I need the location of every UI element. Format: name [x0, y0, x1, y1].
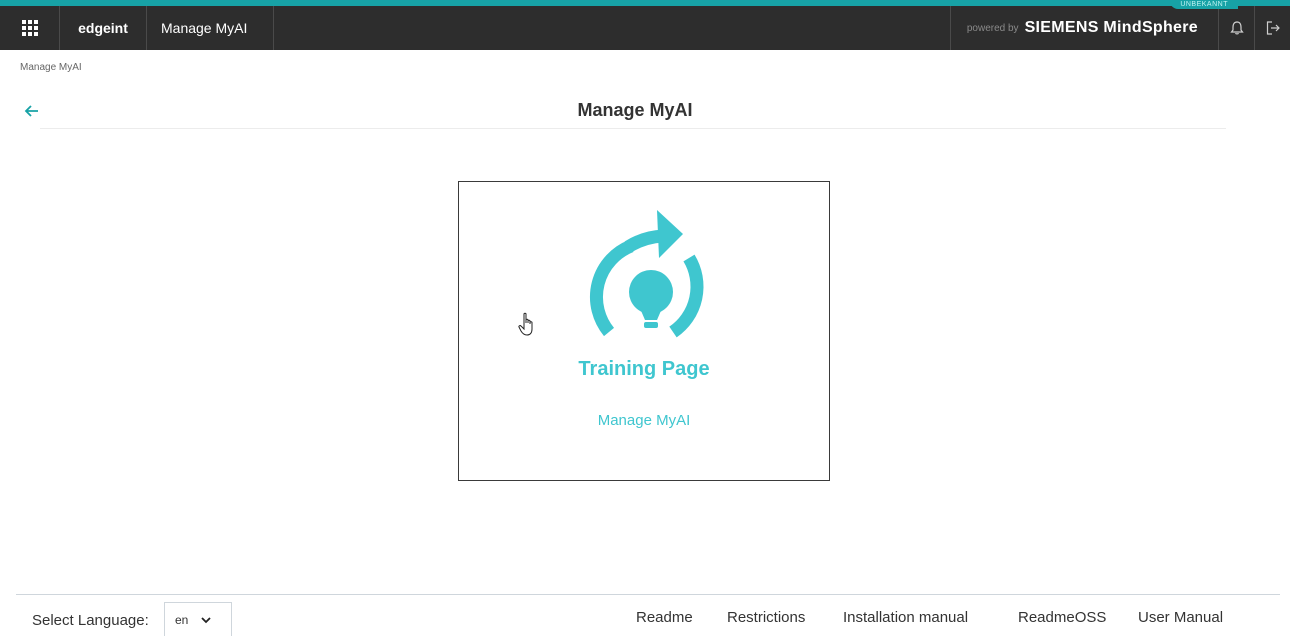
brand-name: SIEMENS MindSphere: [1024, 19, 1198, 36]
top-bar: edgeint Manage MyAI powered by SIEMENS M…: [0, 0, 1290, 50]
language-select[interactable]: en: [164, 602, 232, 636]
user-manual-link[interactable]: User Manual: [1138, 609, 1223, 626]
card-subtitle[interactable]: Manage MyAI: [459, 412, 829, 429]
title-divider: [40, 128, 1226, 129]
training-page-card[interactable]: Training Page Manage MyAI: [458, 181, 830, 481]
bell-icon: [1229, 21, 1244, 35]
notifications-button[interactable]: [1218, 6, 1254, 50]
grid-icon: [21, 20, 38, 36]
readme-oss-link[interactable]: ReadmeOSS: [1018, 609, 1106, 626]
hand-cursor-icon: [518, 312, 533, 336]
readme-link[interactable]: Readme: [636, 609, 693, 626]
app-name[interactable]: Manage MyAI: [147, 6, 274, 50]
brand-logo: powered by SIEMENS MindSphere UNBEKANNT: [949, 0, 1238, 50]
logout-button[interactable]: [1254, 6, 1290, 50]
chevron-down-icon: [201, 616, 211, 623]
environment-badge: UNBEKANNT: [1170, 0, 1238, 9]
logout-icon: [1266, 21, 1280, 35]
app-launcher-button[interactable]: [0, 6, 60, 50]
language-value: en: [175, 612, 189, 627]
restrictions-link[interactable]: Restrictions: [727, 609, 805, 626]
card-title: Training Page: [578, 358, 710, 380]
training-bulb-icon: [589, 210, 704, 338]
tenant-name[interactable]: edgeint: [60, 6, 147, 50]
installation-manual-link[interactable]: Installation manual: [843, 609, 968, 626]
page-title: Manage MyAI: [577, 100, 693, 120]
breadcrumb[interactable]: Manage MyAI: [20, 62, 82, 73]
footer-divider: [16, 594, 1280, 595]
language-label: Select Language:: [32, 612, 149, 629]
powered-by-text: powered by: [966, 22, 1019, 34]
